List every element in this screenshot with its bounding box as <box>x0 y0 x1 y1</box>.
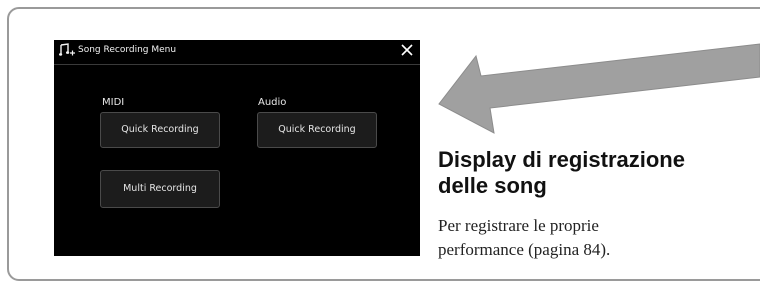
midi-quick-recording-button[interactable]: Quick Recording <box>100 112 220 148</box>
audio-section-label: Audio <box>258 97 287 108</box>
caption-heading-line2: delle song <box>438 173 547 198</box>
window-title: Song Recording Menu <box>78 45 177 55</box>
midi-section-label: MIDI <box>102 97 125 108</box>
close-icon[interactable] <box>400 43 414 57</box>
titlebar-divider <box>54 64 420 65</box>
caption-heading-line1: Display di registrazione <box>438 147 685 172</box>
caption-desc-line1: Per registrare le proprie <box>438 216 599 235</box>
caption-desc-line2: performance (pagina 84). <box>438 240 611 259</box>
music-notes-plus-icon <box>59 43 75 56</box>
window-titlebar: Song Recording Menu <box>54 40 420 62</box>
caption-description: Per registrare le proprie performance (p… <box>438 214 758 262</box>
midi-multi-recording-button[interactable]: Multi Recording <box>100 170 220 208</box>
audio-quick-recording-button[interactable]: Quick Recording <box>257 112 377 148</box>
song-recording-screen: Song Recording Menu MIDI Audio Quick Rec… <box>54 40 420 256</box>
caption-heading: Display di registrazione delle song <box>438 147 758 199</box>
